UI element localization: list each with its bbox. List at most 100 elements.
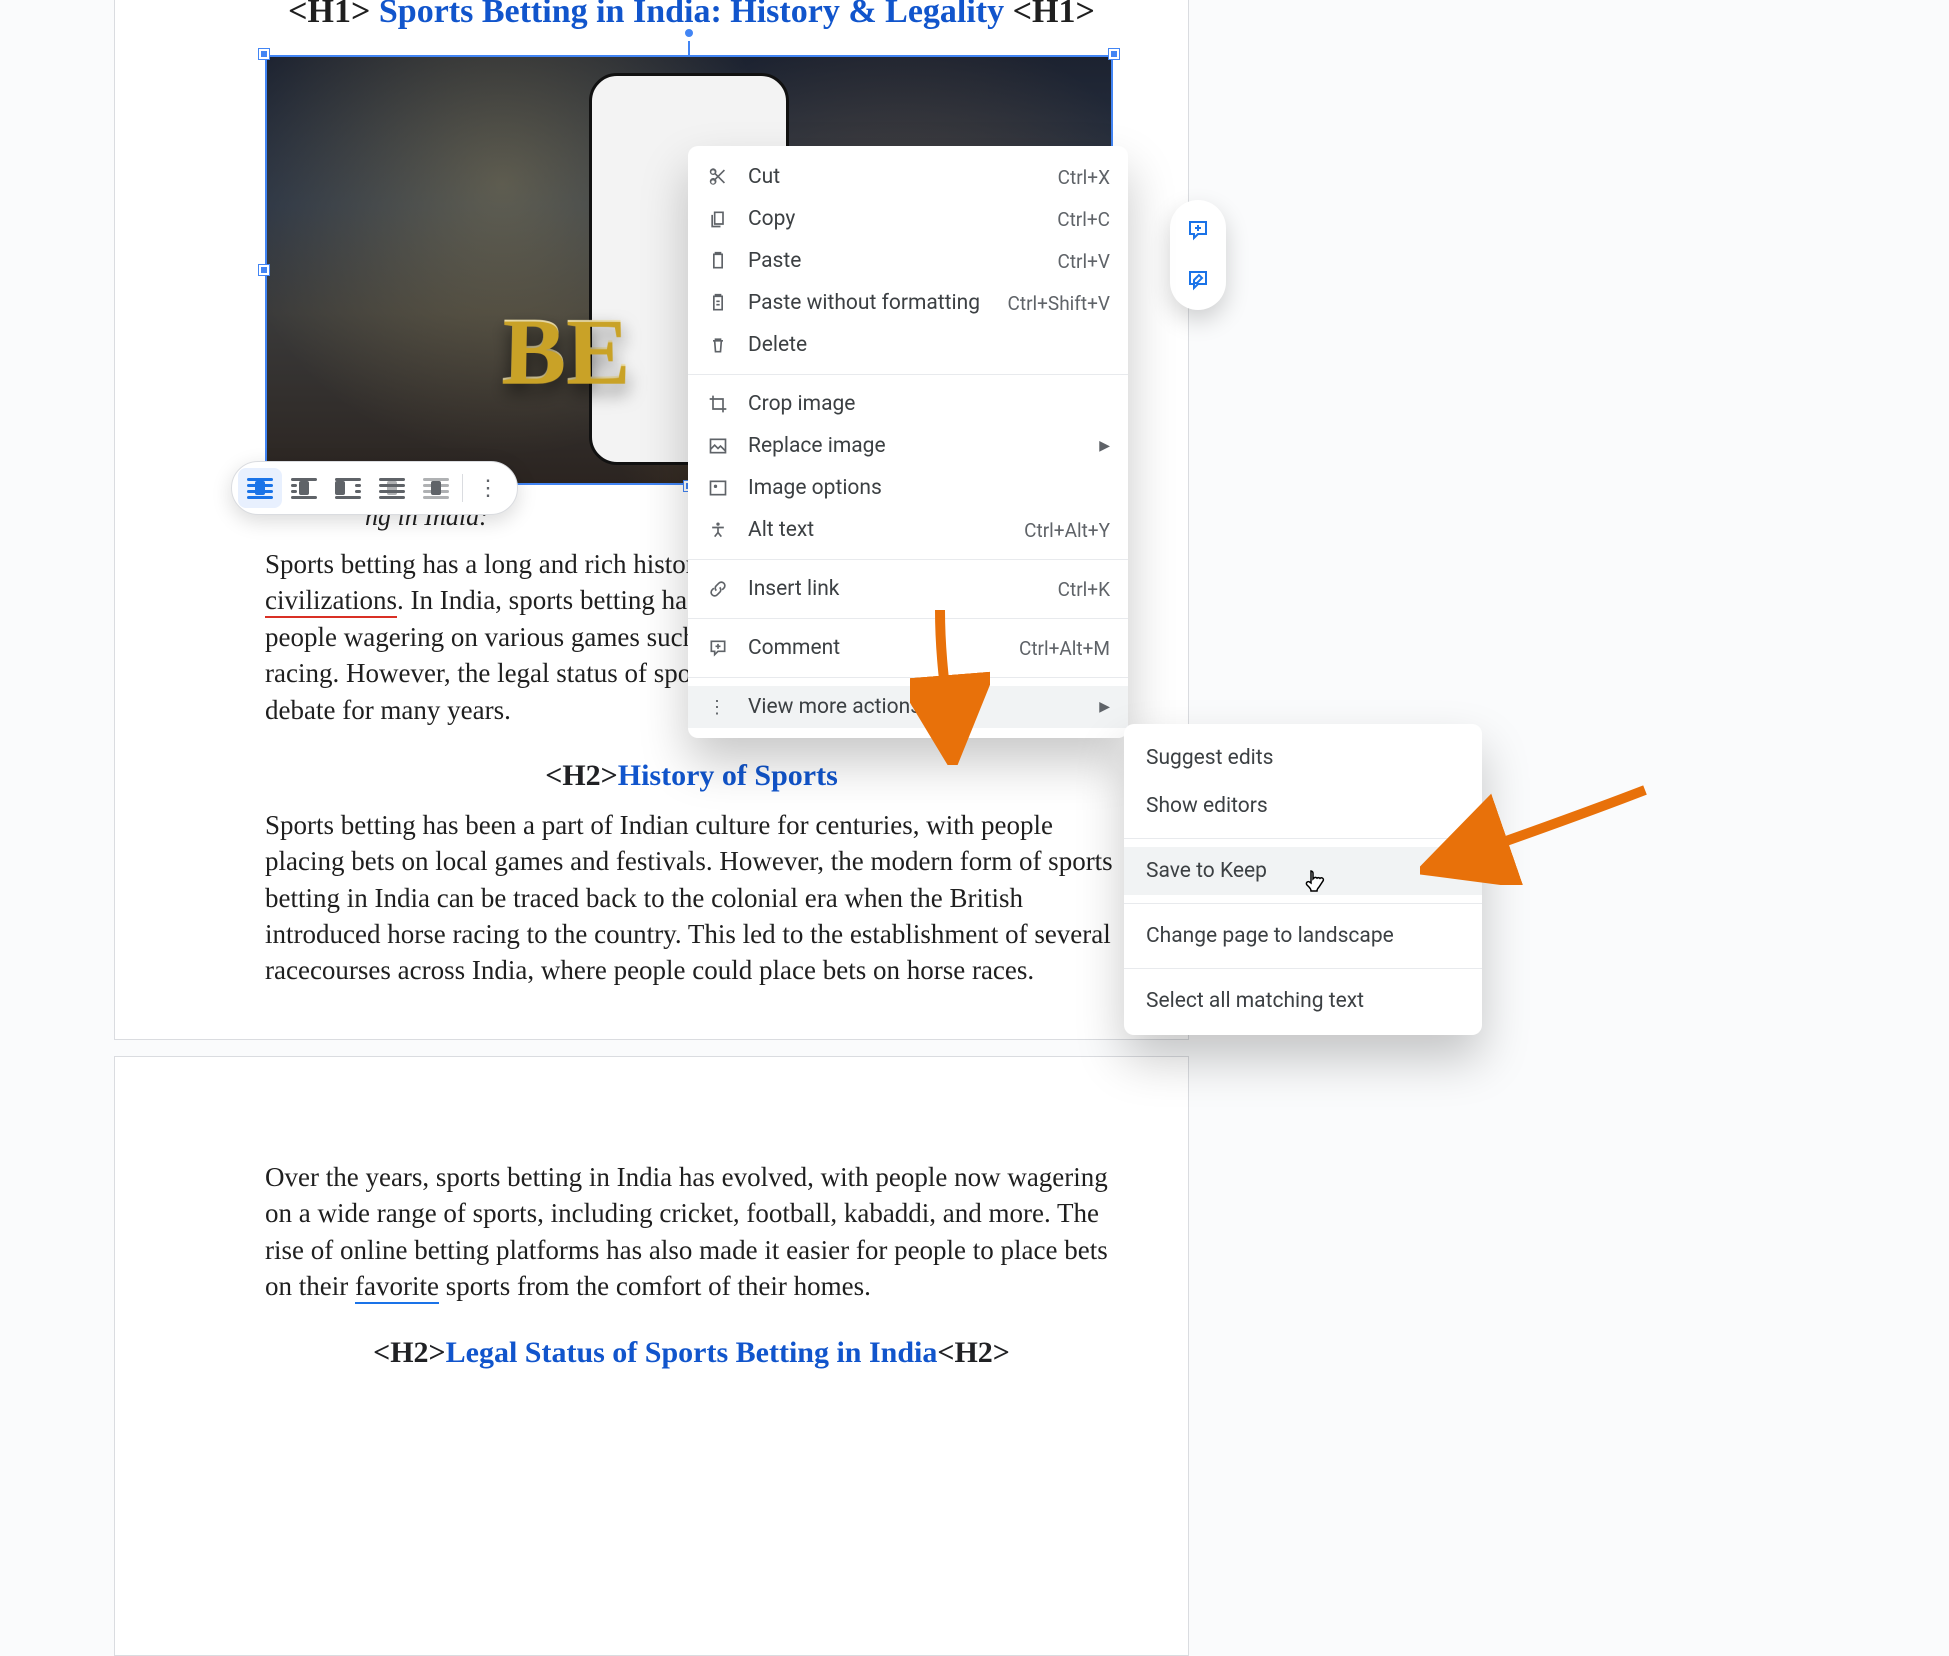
paste-icon: [706, 249, 730, 273]
submenu-item-suggest-edits[interactable]: Suggest edits: [1124, 734, 1482, 782]
image-toolbar-more[interactable]: ⋮: [467, 468, 511, 508]
copy-icon: [706, 207, 730, 231]
delete-icon: [706, 333, 730, 357]
menu-label: Replace image: [748, 434, 1081, 458]
wrap-option-inline[interactable]: [238, 468, 282, 508]
link-icon: [706, 577, 730, 601]
p1-line5: debate for many years.: [265, 695, 511, 725]
context-submenu-more-actions[interactable]: Suggest edits Show editors Save to Keep …: [1124, 724, 1482, 1035]
submenu-item-select-all-matching[interactable]: Select all matching text: [1124, 977, 1482, 1025]
menu-item-paste-no-format[interactable]: Paste without formatting Ctrl+Shift+V: [688, 282, 1128, 324]
context-menu[interactable]: Cut Ctrl+X Copy Ctrl+C Paste Ctrl+V Past…: [688, 146, 1128, 738]
menu-shortcut: Ctrl+C: [1057, 208, 1110, 231]
menu-label: Save to Keep: [1146, 859, 1460, 883]
menu-divider: [1124, 968, 1482, 969]
menu-divider: [688, 677, 1128, 678]
doc-heading-2b: <H2>Legal Status of Sports Betting in In…: [265, 1333, 1118, 1374]
image-options-icon: [706, 476, 730, 500]
paragraph-2[interactable]: Sports betting has been a part of Indian…: [265, 807, 1118, 989]
toolbar-separator: [462, 474, 463, 502]
add-comment-button[interactable]: [1176, 208, 1220, 252]
suggest-edits-icon: [1186, 268, 1210, 292]
wrap-option-front-text[interactable]: [414, 468, 458, 508]
wrap-option-behind-text[interactable]: [370, 468, 414, 508]
more-vert-icon: ⋮: [706, 695, 730, 719]
p1-line2: . In India, sports betting has b: [397, 585, 718, 615]
menu-item-alt-text[interactable]: Alt text Ctrl+Alt+Y: [688, 509, 1128, 551]
menu-label: Show editors: [1146, 794, 1460, 818]
menu-divider: [1124, 903, 1482, 904]
image-layout-toolbar[interactable]: ⋮: [231, 461, 518, 515]
wrap-option-wrap-text[interactable]: [282, 468, 326, 508]
menu-shortcut: Ctrl+Alt+M: [1019, 637, 1110, 660]
menu-label: Copy: [748, 207, 1039, 231]
submenu-arrow-icon: ▶: [1099, 438, 1110, 454]
menu-item-comment[interactable]: Comment Ctrl+Alt+M: [688, 627, 1128, 669]
resize-handle-tl[interactable]: [259, 49, 269, 59]
submenu-item-show-editors[interactable]: Show editors: [1124, 782, 1482, 830]
p1-line3: people wagering on various games such a: [265, 622, 715, 652]
menu-label: Comment: [748, 636, 1001, 660]
floating-action-buttons: [1170, 200, 1226, 310]
menu-item-insert-link[interactable]: Insert link Ctrl+K: [688, 568, 1128, 610]
h1-tag-close: <H1>: [1013, 0, 1095, 30]
h2a-link-text[interactable]: History of Sports: [618, 759, 838, 792]
h1-tag-open: <H1>: [288, 0, 370, 30]
menu-shortcut: Ctrl+X: [1058, 166, 1110, 189]
submenu-item-change-page-landscape[interactable]: Change page to landscape: [1124, 912, 1482, 960]
resize-handle-tr[interactable]: [1109, 49, 1119, 59]
menu-divider: [688, 374, 1128, 375]
resize-handle-ml[interactable]: [259, 265, 269, 275]
menu-label: Paste: [748, 249, 1039, 273]
p3-grammar-suggestion[interactable]: favorite: [355, 1271, 439, 1304]
accessibility-icon: [706, 518, 730, 542]
h2b-link-text[interactable]: Legal Status of Sports Betting in India: [446, 1336, 938, 1369]
menu-label: Alt text: [748, 518, 1006, 542]
cut-icon: [706, 165, 730, 189]
menu-item-view-more-actions[interactable]: ⋮ View more actions ▶: [688, 686, 1128, 728]
menu-divider: [688, 559, 1128, 560]
menu-label: Delete: [748, 333, 1110, 357]
p1-spelling-error[interactable]: civilizations: [265, 585, 397, 618]
menu-label: Insert link: [748, 577, 1040, 601]
document-page-2: Over the years, sports betting in India …: [114, 1056, 1189, 1656]
menu-label: Image options: [748, 476, 1110, 500]
menu-item-cut[interactable]: Cut Ctrl+X: [688, 156, 1128, 198]
crop-icon: [706, 392, 730, 416]
menu-shortcut: Ctrl+Alt+Y: [1024, 519, 1110, 542]
h2b-tag-close: <H2>: [937, 1336, 1010, 1369]
menu-label: View more actions: [748, 695, 1081, 719]
paragraph-3[interactable]: Over the years, sports betting in India …: [265, 1159, 1118, 1305]
menu-item-delete[interactable]: Delete: [688, 324, 1128, 366]
menu-label: Suggest edits: [1146, 746, 1460, 770]
p3-part2: sports from the comfort of their homes.: [439, 1271, 871, 1301]
h1-link-text[interactable]: Sports Betting in India: History & Legal…: [379, 0, 1004, 30]
doc-heading-2a: <H2>History of Sports: [265, 756, 1118, 797]
menu-item-copy[interactable]: Copy Ctrl+C: [688, 198, 1128, 240]
suggest-edits-button[interactable]: [1176, 258, 1220, 302]
image-icon: [706, 434, 730, 458]
menu-label: Paste without formatting: [748, 291, 990, 315]
menu-label: Select all matching text: [1146, 989, 1460, 1013]
menu-item-image-options[interactable]: Image options: [688, 467, 1128, 509]
menu-label: Crop image: [748, 392, 1110, 416]
h2b-tag-open: <H2>: [373, 1336, 446, 1369]
h2a-tag-open: <H2>: [545, 759, 618, 792]
menu-shortcut: Ctrl+K: [1058, 578, 1110, 601]
submenu-item-save-to-keep[interactable]: Save to Keep: [1124, 847, 1482, 895]
paste-plain-icon: [706, 291, 730, 315]
menu-divider: [688, 618, 1128, 619]
comment-icon: [706, 636, 730, 660]
submenu-arrow-icon: ▶: [1099, 699, 1110, 715]
add-comment-icon: [1186, 218, 1210, 242]
wrap-option-break-text[interactable]: [326, 468, 370, 508]
menu-divider: [1124, 838, 1482, 839]
page-content-2: Over the years, sports betting in India …: [265, 1149, 1118, 1383]
rotate-handle[interactable]: [683, 27, 695, 39]
menu-label: Change page to landscape: [1146, 924, 1460, 948]
menu-label: Cut: [748, 165, 1040, 189]
p1-line4: racing. However, the legal status of spo…: [265, 658, 718, 688]
menu-item-crop-image[interactable]: Crop image: [688, 383, 1128, 425]
menu-item-replace-image[interactable]: Replace image ▶: [688, 425, 1128, 467]
menu-item-paste[interactable]: Paste Ctrl+V: [688, 240, 1128, 282]
